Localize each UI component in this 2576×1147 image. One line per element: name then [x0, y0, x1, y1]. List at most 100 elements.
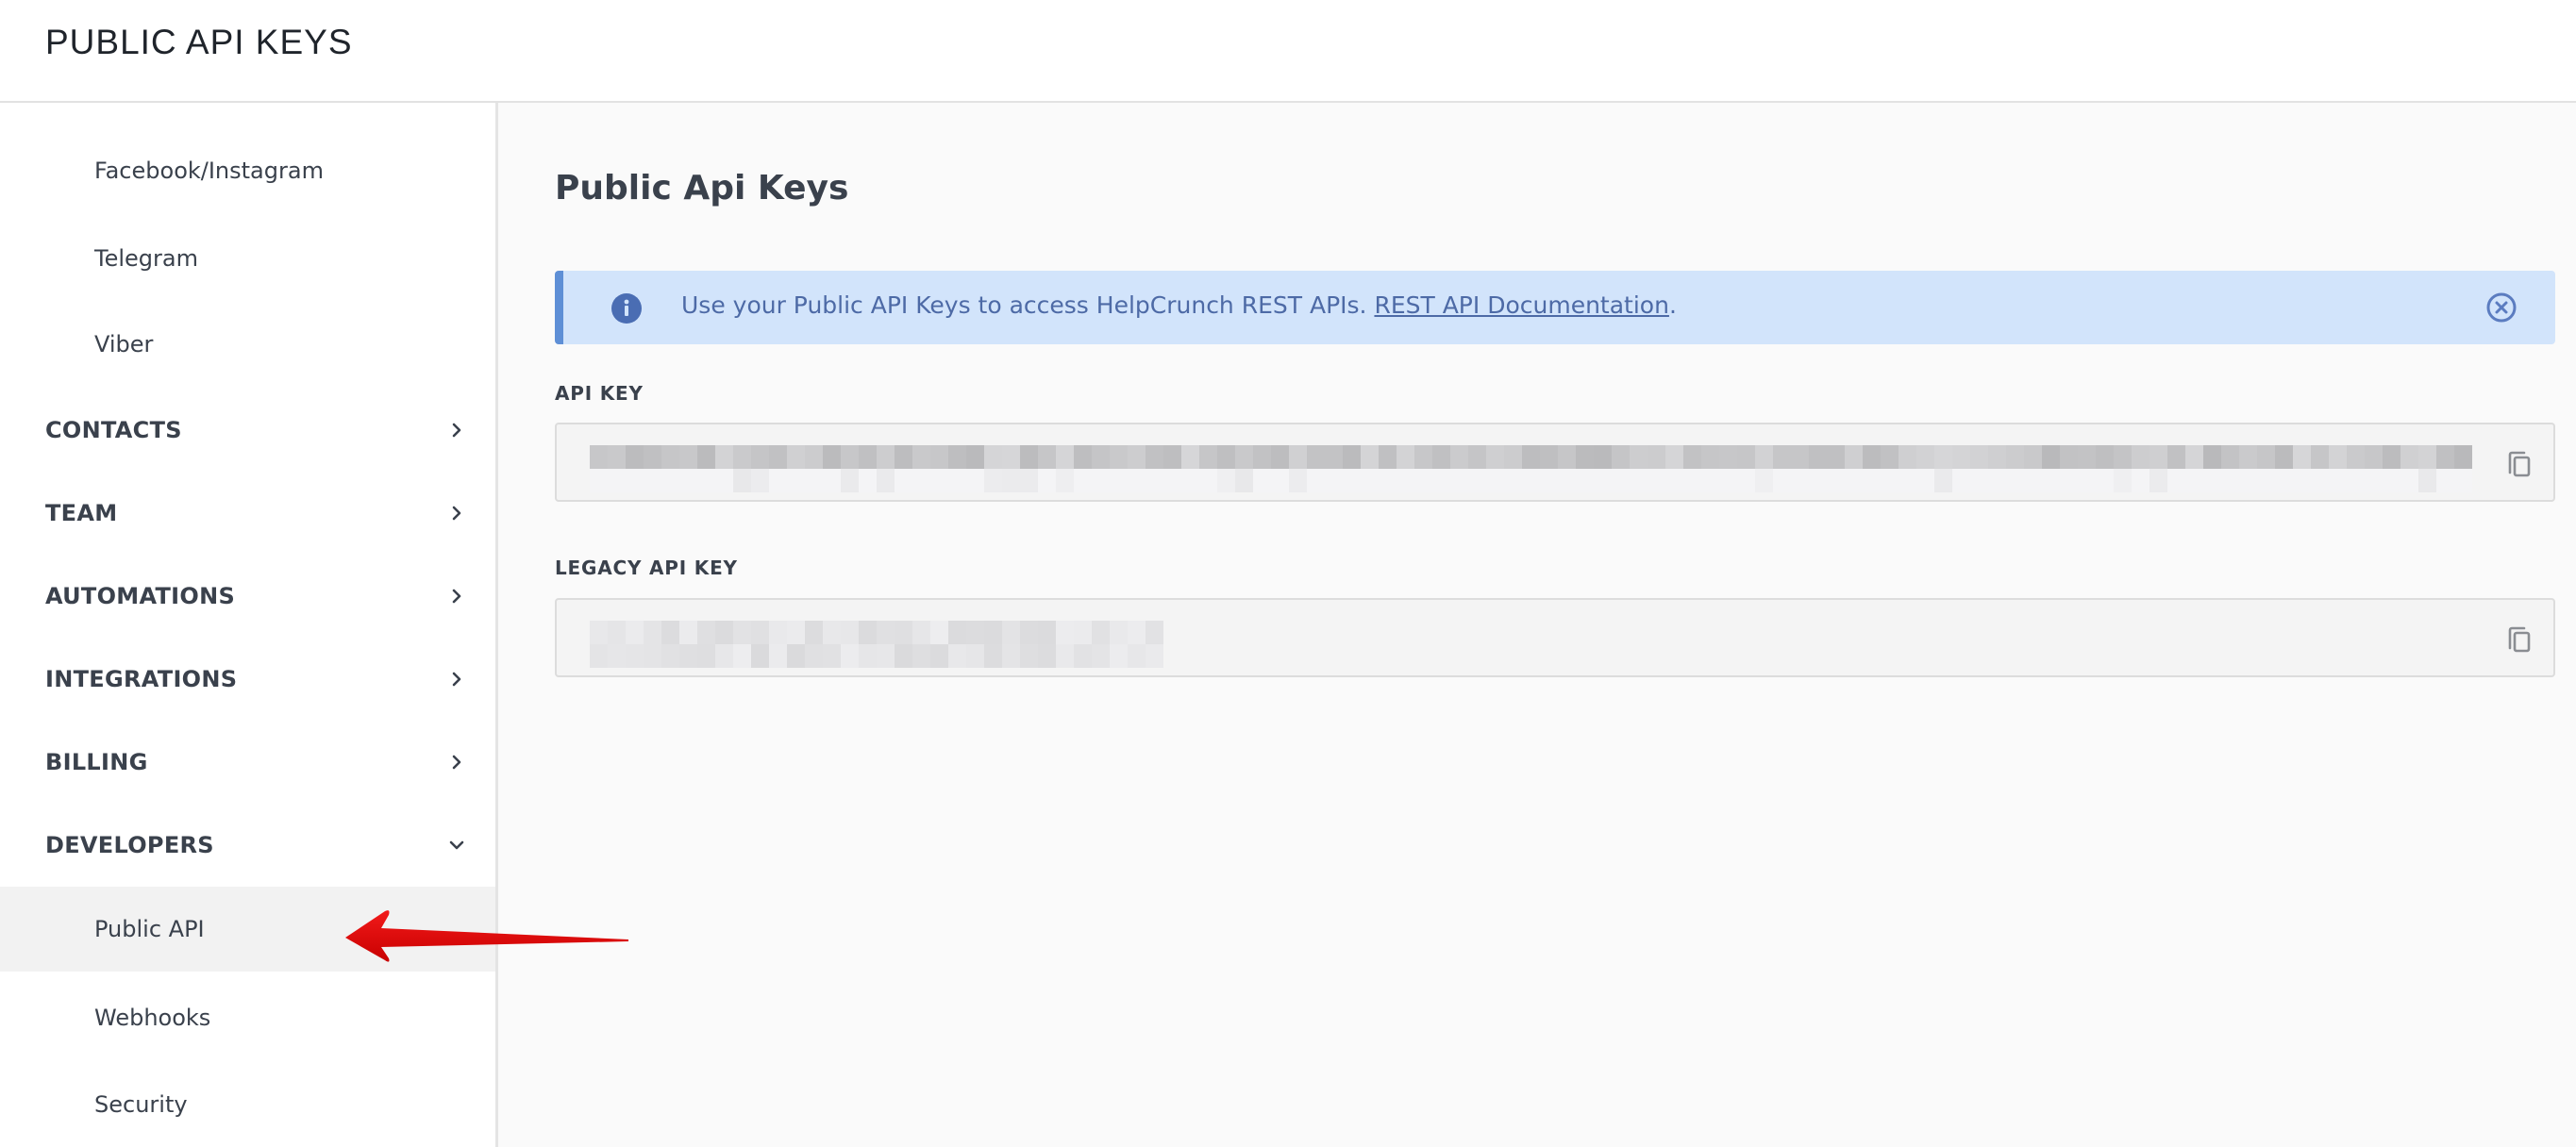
obscured-pixel	[2400, 445, 2418, 469]
chevron-right-icon	[447, 670, 466, 689]
obscured-pixel	[590, 621, 608, 644]
close-icon[interactable]	[2485, 291, 2517, 324]
obscured-pixel	[948, 644, 966, 668]
obscured-pixel	[2329, 445, 2347, 469]
api-key-value-obscured	[590, 445, 2472, 492]
sidebar-item-developers[interactable]: DEVELOPERS	[0, 804, 495, 887]
obscured-pixel	[751, 644, 769, 668]
obscured-pixel	[1235, 445, 1253, 469]
obscured-pixel	[1988, 445, 2006, 469]
obscured-pixel	[679, 469, 697, 492]
sidebar-item-webhooks[interactable]: Webhooks	[0, 975, 495, 1060]
chevron-right-icon	[447, 587, 466, 606]
obscured-pixel	[2149, 445, 2167, 469]
obscured-pixel	[1737, 469, 1755, 492]
obscured-pixel	[697, 644, 715, 668]
obscured-pixel	[608, 445, 626, 469]
obscured-pixel	[1683, 445, 1701, 469]
obscured-pixel	[626, 621, 644, 644]
obscured-pixel	[912, 445, 930, 469]
obscured-pixel	[1092, 644, 1110, 668]
obscured-pixel	[1522, 445, 1540, 469]
obscured-pixel	[1002, 469, 1020, 492]
sidebar-item-viber[interactable]: Viber	[0, 302, 495, 387]
api-key-field[interactable]	[555, 423, 2555, 502]
obscured-pixel	[823, 469, 841, 492]
obscured-pixel	[1791, 445, 1809, 469]
chevron-right-icon	[447, 504, 466, 523]
obscured-pixel	[2078, 445, 2096, 469]
obscured-pixel	[1432, 445, 1450, 469]
obscured-pixel	[1092, 469, 1110, 492]
copy-icon[interactable]	[2502, 623, 2536, 657]
chevron-right-icon	[447, 753, 466, 772]
obscured-pixel	[1701, 445, 1719, 469]
obscured-pixel	[1074, 469, 1092, 492]
obscured-pixel	[697, 621, 715, 644]
obscured-pixel	[733, 621, 751, 644]
obscured-pixel	[930, 621, 948, 644]
obscured-pixel	[1092, 621, 1110, 644]
sidebar-item-integrations[interactable]: INTEGRATIONS	[0, 638, 495, 721]
legacy-api-key-field[interactable]	[555, 598, 2555, 677]
sidebar-item-facebook-instagram[interactable]: Facebook/Instagram	[0, 128, 495, 213]
copy-icon[interactable]	[2502, 447, 2536, 481]
obscured-pixel	[1719, 469, 1737, 492]
obscured-pixel	[1002, 621, 1020, 644]
obscured-pixel	[751, 469, 769, 492]
obscured-pixel	[877, 644, 895, 668]
obscured-pixel	[1002, 644, 1020, 668]
sidebar-item-team[interactable]: TEAM	[0, 472, 495, 555]
obscured-pixel	[1881, 445, 1899, 469]
obscured-pixel	[2454, 445, 2472, 469]
obscured-pixel	[1863, 469, 1881, 492]
obscured-pixel	[2275, 445, 2293, 469]
obscured-pixel	[1450, 469, 1468, 492]
obscured-pixel	[1020, 644, 1038, 668]
sidebar-item-label: Security	[94, 1091, 188, 1118]
obscured-pixel	[1899, 469, 1916, 492]
sidebar-item-contacts[interactable]: CONTACTS	[0, 389, 495, 472]
obscured-pixel	[2042, 445, 2060, 469]
obscured-pixel	[1074, 644, 1092, 668]
alert-text: Use your Public API Keys to access HelpC…	[681, 291, 1375, 319]
obscured-pixel	[1325, 469, 1343, 492]
obscured-pixel	[1397, 469, 1414, 492]
obscured-pixel	[2203, 445, 2221, 469]
obscured-pixel	[1271, 445, 1289, 469]
obscured-pixel	[1612, 445, 1630, 469]
obscured-pixel	[1361, 469, 1379, 492]
obscured-pixel	[948, 445, 966, 469]
obscured-pixel	[1701, 469, 1719, 492]
obscured-pixel	[859, 469, 877, 492]
obscured-pixel	[1773, 469, 1791, 492]
obscured-pixel	[1468, 445, 1486, 469]
obscured-pixel	[912, 621, 930, 644]
page-header: PUBLIC API KEYS	[0, 0, 2576, 103]
obscured-pixel	[1074, 621, 1092, 644]
sidebar-item-telegram[interactable]: Telegram	[0, 216, 495, 301]
sidebar-item-automations[interactable]: AUTOMATIONS	[0, 555, 495, 638]
obscured-pixel	[2239, 445, 2257, 469]
obscured-pixel	[1576, 445, 1594, 469]
obscured-pixel	[841, 621, 859, 644]
obscured-pixel	[679, 644, 697, 668]
rest-api-docs-link[interactable]: REST API Documentation	[1374, 291, 1668, 319]
obscured-pixel	[2239, 469, 2257, 492]
obscured-pixel	[1522, 469, 1540, 492]
obscured-pixel	[1414, 445, 1432, 469]
obscured-pixel	[1755, 445, 1773, 469]
obscured-pixel	[1038, 469, 1056, 492]
page-title: Public Api Keys	[555, 169, 849, 208]
header-title: PUBLIC API KEYS	[45, 23, 353, 61]
obscured-pixel	[1576, 469, 1594, 492]
obscured-pixel	[2221, 469, 2239, 492]
obscured-pixel	[1307, 445, 1325, 469]
obscured-pixel	[1612, 469, 1630, 492]
obscured-pixel	[1020, 445, 1038, 469]
obscured-pixel	[1504, 469, 1522, 492]
obscured-pixel	[2383, 445, 2400, 469]
sidebar-item-security[interactable]: Security	[0, 1062, 495, 1147]
obscured-pixel	[1128, 445, 1146, 469]
sidebar-item-billing[interactable]: BILLING	[0, 721, 495, 804]
